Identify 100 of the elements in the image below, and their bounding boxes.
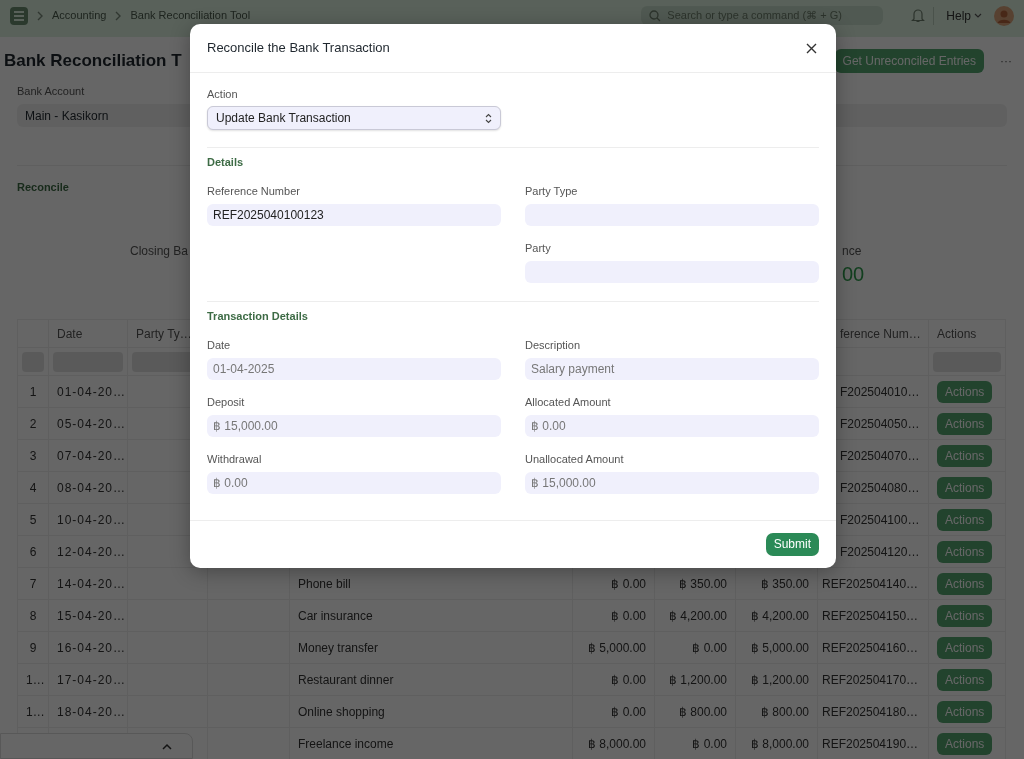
table-cell: 4 [17, 471, 49, 504]
actions-button[interactable]: Actions [937, 508, 993, 531]
table-cell: 10-04-20… [48, 503, 128, 536]
table-cell: 3 [17, 439, 49, 472]
table-cell: 2 [17, 407, 49, 440]
actions-button[interactable]: Actions [937, 476, 993, 499]
table-cell: REF202504180… [817, 695, 929, 728]
actions-button[interactable]: Actions [937, 444, 993, 467]
field-label: Unallocated Amount [525, 453, 624, 466]
actions-button[interactable]: Actions [937, 668, 993, 691]
table-cell: ฿ 0.00 [654, 631, 736, 664]
table-cell: 16-04-20… [48, 631, 128, 664]
actions-button[interactable]: Actions [937, 700, 993, 723]
balance-label: Closing Ba [130, 245, 189, 258]
table-cell: REF202504150… [817, 599, 929, 632]
table-cell: 08-04-20… [48, 471, 128, 504]
table-cell: 7 [17, 567, 49, 600]
input-field[interactable]: Salary payment [525, 358, 819, 380]
table-cell: 05-04-20… [48, 407, 128, 440]
table-cell: ฿ 800.00 [654, 695, 736, 728]
table-cell: 1… [17, 663, 49, 696]
field-label: Party [525, 242, 551, 255]
field-label: Allocated Amount [525, 396, 611, 409]
breadcrumb-link[interactable]: Accounting [52, 9, 107, 22]
table-cell: 1 [17, 375, 49, 408]
table-cell: 01-04-20… [48, 375, 128, 408]
field-label: Action [207, 88, 238, 101]
section-heading: Details [207, 156, 244, 169]
page-title: Bank Reconciliation T [4, 50, 182, 72]
field-label: Date [207, 339, 231, 352]
breadcrumb-link[interactable]: Bank Reconciliation Tool [130, 9, 251, 22]
table-cell: ฿ 1,200.00 [654, 663, 736, 696]
updown-icon [485, 112, 492, 124]
select-field[interactable]: Update Bank Transaction [207, 106, 501, 130]
column-header: Date [48, 319, 128, 348]
table-cell: REF202504170… [817, 663, 929, 696]
table-cell: ฿ 800.00 [735, 695, 818, 728]
table-cell: ฿ 0.00 [572, 663, 655, 696]
logo-icon[interactable] [10, 6, 28, 25]
actions-button[interactable]: Actions [937, 636, 993, 659]
table-cell: 5 [17, 503, 49, 536]
chevron-icon [36, 10, 44, 21]
field-label: Party Type [525, 185, 578, 198]
field-label: Deposit [207, 396, 245, 409]
collapse-bar[interactable] [0, 733, 193, 759]
field-label: Withdrawal [207, 453, 262, 466]
table-cell: 8 [17, 599, 49, 632]
table-cell: 1… [17, 695, 49, 728]
table-cell: 18-04-20… [48, 695, 128, 728]
field-label: Bank Account [17, 85, 85, 98]
input-field[interactable]: 01-04-2025 [207, 358, 501, 380]
field-label: Reference Number [207, 185, 300, 198]
input-field[interactable]: ฿ 15,000.00 [525, 472, 819, 494]
input-field[interactable]: ฿ 0.00 [525, 415, 819, 437]
search-icon [649, 9, 662, 22]
caret-icon [974, 12, 982, 19]
table-cell: 07-04-20… [48, 439, 128, 472]
chevron-up-icon [162, 742, 172, 750]
actions-button[interactable]: Actions [937, 604, 993, 627]
more-button[interactable]: ··· [994, 52, 1018, 70]
table-cell: 17-04-20… [48, 663, 128, 696]
input-field[interactable]: ฿ 0.00 [207, 472, 501, 494]
table-cell: ฿ 4,200.00 [654, 599, 736, 632]
table-cell: REF202504160… [817, 631, 929, 664]
help-menu[interactable]: Help [942, 6, 986, 25]
actions-button[interactable]: Actions [937, 572, 993, 595]
table-cell: Restaurant dinner [289, 663, 573, 696]
table-cell: 14-04-20… [48, 567, 128, 600]
balance-value: 00 [842, 262, 866, 286]
table-cell: 9 [17, 631, 49, 664]
input-field[interactable]: ฿ 15,000.00 [207, 415, 501, 437]
table-cell: 6 [17, 535, 49, 568]
table-cell: ฿ 1,200.00 [735, 663, 818, 696]
table-cell: Money transfer [289, 631, 573, 664]
balance-label: nce [842, 245, 863, 258]
table-cell: ฿ 4,200.00 [735, 599, 818, 632]
actions-button[interactable]: Actions [937, 540, 993, 563]
actions-button[interactable]: Actions [937, 380, 993, 403]
column-header: Actions [928, 319, 1006, 348]
input-field[interactable]: REF2025040100123 [207, 204, 501, 226]
table-cell: 15-04-20… [48, 599, 128, 632]
close-icon [806, 42, 817, 54]
actions-button[interactable]: Actions [937, 412, 993, 435]
chevron-icon [114, 10, 123, 21]
table-cell: ฿ 0.00 [572, 599, 655, 632]
bell-icon[interactable] [911, 8, 926, 23]
table-cell: Car insurance [289, 599, 573, 632]
submit-button[interactable]: Submit [765, 533, 819, 556]
table-cell: 12-04-20… [48, 535, 128, 568]
dialog-title: Reconcile the Bank Transaction [207, 40, 390, 56]
primary-button[interactable]: Get Unreconciled Entries [834, 49, 984, 73]
actions-button[interactable]: Actions [937, 732, 993, 755]
avatar-icon[interactable] [994, 5, 1014, 26]
section-heading: Reconcile [17, 181, 69, 194]
table-cell: ฿ 0.00 [572, 695, 655, 728]
table-cell: ฿ 5,000.00 [572, 631, 655, 664]
table-cell: Online shopping [289, 695, 573, 728]
field-label: Description [525, 339, 581, 352]
table-cell: ฿ 5,000.00 [735, 631, 818, 664]
section-heading: Transaction Details [207, 310, 308, 323]
